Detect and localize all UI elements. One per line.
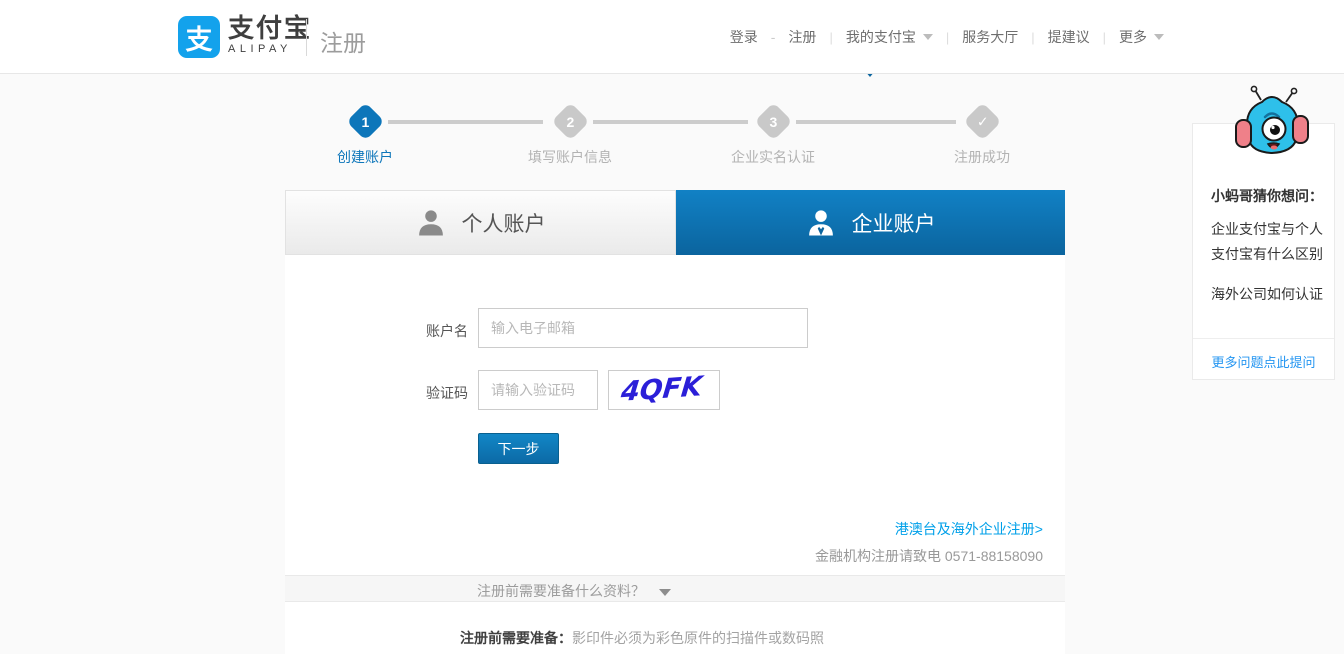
nav-login[interactable]: 登录 — [730, 27, 758, 47]
nav-register[interactable]: 注册 — [788, 27, 816, 47]
prep-instructions: 注册前需要准备：影印件必须为彩色原件的扫描件或数码照 — [460, 628, 824, 648]
nav-dash: - — [770, 29, 776, 45]
captcha-image-text: 4QFK — [619, 371, 704, 408]
step-label: 填写账户信息 — [528, 149, 612, 165]
account-name-label: 账户名 — [426, 323, 468, 339]
accordion-question: 注册前需要准备什么资料？ — [477, 581, 671, 601]
triangle-down-icon — [658, 589, 671, 596]
prep-prefix: 注册前需要准备： — [460, 630, 572, 646]
account-type-tabs: 个人账户 企业账户 — [285, 190, 1065, 255]
tab-enterprise-account[interactable]: 企业账户 — [676, 190, 1065, 255]
step-create-account: 1 创建账户 — [305, 95, 425, 167]
step-marker-1: 1 — [345, 102, 385, 141]
step-marker-2: 2 — [550, 102, 590, 141]
progress-steps: 1 创建账户 2 填写账户信息 3 企业实名认证 ✓ 注册成功 — [285, 95, 1065, 165]
captcha-input[interactable] — [478, 370, 598, 410]
top-nav: 登录 - 注册 | 我的支付宝 | 服务大厅 | 提建议 | 更多 — [730, 27, 1164, 47]
nav-separator: | — [945, 29, 950, 45]
page-title: 注册 — [320, 30, 366, 56]
helper-divider — [1193, 338, 1334, 339]
nav-separator: | — [829, 29, 833, 45]
step-label: 企业实名认证 — [731, 149, 815, 165]
nav-more[interactable]: 更多 — [1119, 27, 1164, 47]
helper-question-overseas[interactable]: 海外公司如何认证 — [1211, 282, 1323, 307]
step-marker-check-icon: ✓ — [962, 102, 1002, 141]
nav-separator: | — [1102, 29, 1106, 45]
brand-logotype: 支付宝 ALIPAY — [228, 13, 312, 56]
nav-my-alipay-label: 我的支付宝 — [845, 29, 916, 45]
step-label: 注册成功 — [954, 149, 1010, 165]
prep-materials-accordion[interactable]: 注册前需要准备什么资料？ — [285, 575, 1065, 602]
step-fill-info: 2 填写账户信息 — [510, 95, 630, 167]
header: 支 支付宝 ALIPAY 注册 登录 - 注册 | 我的支付宝 | 服务大厅 |… — [0, 0, 1344, 74]
alipay-registration-page: 支 支付宝 ALIPAY 注册 登录 - 注册 | 我的支付宝 | 服务大厅 |… — [0, 0, 1344, 654]
overseas-register-link[interactable]: 港澳台及海外企业注册> — [895, 519, 1043, 539]
account-email-input[interactable] — [478, 308, 808, 348]
tab-enterprise-label: 企业账户 — [851, 212, 936, 236]
helper-title: 小蚂哥猜你想问： — [1211, 188, 1323, 204]
helper-question-difference[interactable]: 企业支付宝与个人支付宝有什么区别 — [1211, 217, 1323, 267]
nav-feedback[interactable]: 提建议 — [1048, 27, 1090, 47]
finance-phone-note: 金融机构注册请致电 0571-88158090 — [815, 548, 1043, 564]
nav-separator: | — [1031, 29, 1035, 45]
registration-form-panel: 账户名 验证码 4QFK 下一步 港澳台及海外企业注册> 金融机构注册请致电 0… — [285, 255, 1065, 654]
business-person-icon — [808, 209, 833, 235]
nav-my-alipay[interactable]: 我的支付宝 — [846, 27, 933, 47]
chevron-down-icon — [1154, 34, 1164, 40]
nav-more-label: 更多 — [1119, 29, 1147, 45]
step-marker-3: 3 — [753, 102, 793, 141]
step-success: ✓ 注册成功 — [922, 95, 1042, 167]
helper-more-link[interactable]: 更多问题点此提问 — [1193, 352, 1334, 371]
brand-en: ALIPAY — [228, 43, 292, 55]
step-label: 创建账户 — [337, 149, 393, 165]
accordion-question-text: 注册前需要准备什么资料？ — [477, 583, 645, 599]
nav-service-hall[interactable]: 服务大厅 — [962, 27, 1018, 47]
next-step-button[interactable]: 下一步 — [478, 433, 559, 464]
captcha-label: 验证码 — [426, 385, 468, 401]
prep-text: 影印件必须为彩色原件的扫描件或数码照 — [572, 630, 824, 646]
tab-personal-label: 个人账户 — [461, 212, 546, 236]
captcha-image[interactable]: 4QFK — [608, 370, 720, 410]
alipay-logo-icon[interactable]: 支 — [178, 16, 220, 58]
logo-glyph: 支 — [185, 24, 213, 55]
person-icon — [418, 209, 443, 235]
tab-personal-account[interactable]: 个人账户 — [285, 190, 676, 255]
chevron-down-icon — [922, 34, 933, 40]
logo-divider — [306, 19, 307, 56]
robot-mascot-icon — [1235, 85, 1309, 155]
brand-cn: 支付宝 — [228, 13, 313, 43]
step-enterprise-verify: 3 企业实名认证 — [713, 95, 833, 167]
